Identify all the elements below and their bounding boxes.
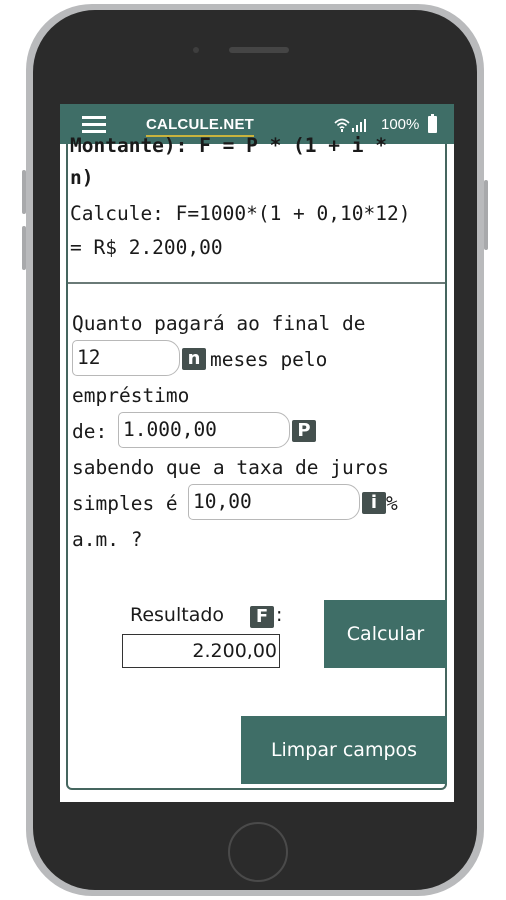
result-label: Resultado bbox=[130, 604, 225, 626]
formula-line-2: n) bbox=[70, 166, 94, 189]
power-button bbox=[484, 180, 488, 250]
p-input[interactable]: 1.000,00 bbox=[118, 412, 290, 448]
formula-line-1: Montante): F = P * (1 + i * bbox=[70, 134, 387, 157]
result-colon: : bbox=[276, 604, 283, 626]
simples-label: simples é bbox=[72, 492, 178, 515]
battery-percent: 100% bbox=[381, 116, 420, 133]
result-output: 2.200,00 bbox=[122, 634, 280, 668]
app-screen: CALCULE.NET 100% Montante): F = P * (1 +… bbox=[60, 104, 454, 802]
volume-up-button bbox=[22, 170, 26, 214]
percent-sign: % bbox=[386, 492, 398, 515]
calc-line-1: Calcule: F=1000*(1 + 0,10*12) bbox=[70, 202, 411, 225]
p-badge: P bbox=[292, 420, 316, 442]
question-line-3: empréstimo bbox=[72, 384, 190, 407]
signal-icon bbox=[352, 119, 366, 132]
wifi-icon bbox=[334, 118, 350, 132]
brand-title[interactable]: CALCULE.NET bbox=[146, 116, 254, 133]
home-button[interactable] bbox=[228, 822, 288, 882]
section-divider bbox=[68, 282, 445, 284]
i-badge: i bbox=[362, 492, 386, 514]
i-input[interactable]: 10,00 bbox=[188, 484, 360, 520]
f-badge: F bbox=[250, 606, 274, 628]
question-line-1: Quanto pagará ao final de bbox=[72, 312, 366, 335]
speaker-grille bbox=[229, 47, 289, 53]
n-badge: n bbox=[182, 348, 206, 370]
n-input[interactable]: 12 bbox=[72, 340, 180, 376]
volume-down-button bbox=[22, 226, 26, 270]
clear-fields-button[interactable]: Limpar campos bbox=[241, 716, 447, 784]
calculate-button[interactable]: Calcular bbox=[324, 600, 447, 668]
battery-icon bbox=[428, 114, 437, 133]
calc-line-2: = R$ 2.200,00 bbox=[70, 236, 223, 259]
question-line-5: sabendo que a taxa de juros bbox=[72, 456, 389, 479]
menu-icon[interactable] bbox=[82, 116, 106, 134]
de-label: de: bbox=[72, 420, 108, 443]
question-line-7: a.m. ? bbox=[72, 528, 143, 551]
front-camera bbox=[193, 47, 199, 53]
calculator-card: Montante): F = P * (1 + i * n) Calcule: … bbox=[66, 134, 447, 790]
question-after-n: meses pelo bbox=[210, 348, 328, 371]
